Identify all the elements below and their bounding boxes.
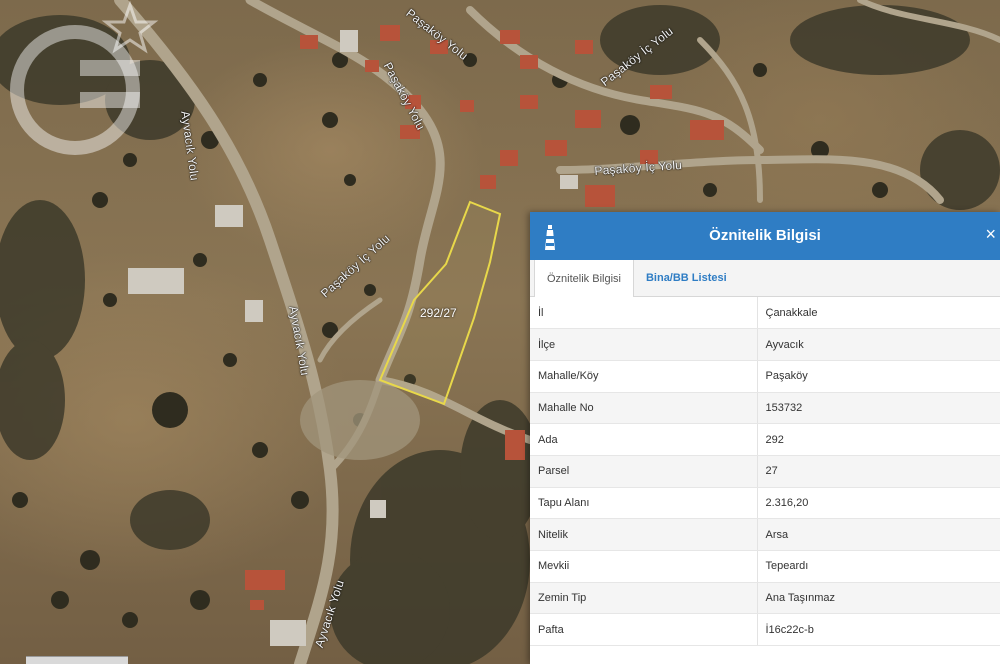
attr-key: Ada <box>530 423 758 456</box>
attr-value: 2.316,20 <box>757 487 1000 520</box>
attr-key: Pafta <box>530 613 758 647</box>
table-row: Mahalle No 153732 <box>530 392 1000 425</box>
attr-value: İ16c22c-b <box>757 613 1000 647</box>
attr-value: Ayvacık <box>757 328 1000 361</box>
table-row: Parsel 27 <box>530 455 1000 488</box>
attr-value: 27 <box>757 455 1000 488</box>
attr-key: Mevkii <box>530 550 758 583</box>
attr-value: Paşaköy <box>757 360 1000 393</box>
table-row: Nitelik Arsa <box>530 518 1000 551</box>
attr-key: Nitelik <box>530 518 758 551</box>
attr-value: Ana Taşınmaz <box>757 582 1000 615</box>
attr-key: Mahalle No <box>530 392 758 425</box>
parcel-label: 292/27 <box>420 306 457 320</box>
panel-title: Öznitelik Bilgisi <box>709 227 821 244</box>
attribute-panel: Öznitelik Bilgisi × Öznitelik Bilgisi Bi… <box>530 212 1000 664</box>
table-row: Zemin Tip Ana Taşınmaz <box>530 582 1000 615</box>
close-icon[interactable]: × <box>985 224 996 245</box>
attr-key: İl <box>530 297 758 330</box>
attr-value: 292 <box>757 423 1000 456</box>
attr-value: Çanakkale <box>757 297 1000 330</box>
attr-value: Tepeardı <box>757 550 1000 583</box>
attr-value: Arsa <box>757 518 1000 551</box>
table-row: İlçe Ayvacık <box>530 328 1000 361</box>
map-scale-bar <box>26 656 128 664</box>
attr-key: Mahalle/Köy <box>530 360 758 393</box>
table-row: Mahalle/Köy Paşaköy <box>530 360 1000 393</box>
table-row: Mevkii Tepeardı <box>530 550 1000 583</box>
table-row: Tapu Alanı 2.316,20 <box>530 487 1000 520</box>
table-row: İl Çanakkale <box>530 297 1000 330</box>
panel-tabs: Öznitelik Bilgisi Bina/BB Listesi <box>530 260 1000 297</box>
tab-bina-bb-listesi[interactable]: Bina/BB Listesi <box>634 260 739 296</box>
attr-key: Tapu Alanı <box>530 487 758 520</box>
attr-key: Parsel <box>530 455 758 488</box>
attr-key: İlçe <box>530 328 758 361</box>
attr-value: 153732 <box>757 392 1000 425</box>
attribute-table: İl Çanakkale İlçe Ayvacık Mahalle/Köy Pa… <box>530 297 1000 647</box>
table-row: Ada 292 <box>530 423 1000 456</box>
attr-key: Zemin Tip <box>530 582 758 615</box>
table-row: Pafta İ16c22c-b <box>530 613 1000 647</box>
tab-oznitelik-bilgisi[interactable]: Öznitelik Bilgisi <box>534 260 634 297</box>
parcel-outline[interactable] <box>378 200 502 406</box>
panel-header: Öznitelik Bilgisi × <box>530 212 1000 260</box>
